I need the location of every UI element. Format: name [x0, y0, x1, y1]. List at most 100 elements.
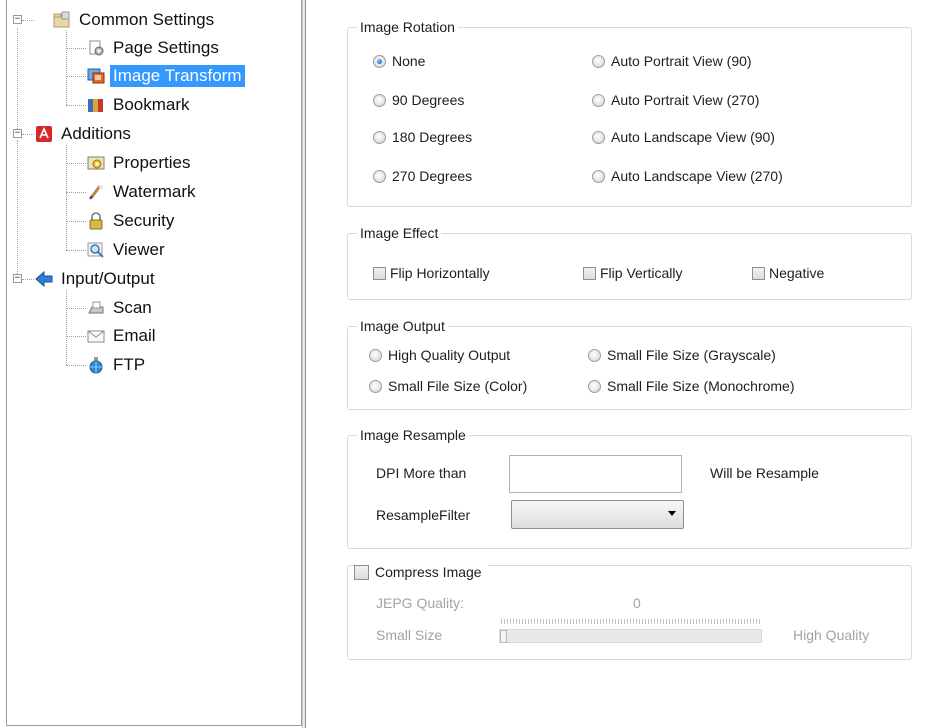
tree-item-label: Email [113, 326, 156, 345]
tree-connector [66, 308, 86, 309]
tree-item-bookmark[interactable]: Bookmark [87, 93, 193, 117]
tree-item-common-settings[interactable]: Common Settings [53, 8, 217, 32]
tree-item-image-transform[interactable]: Image Transform [87, 64, 245, 88]
group-title: Image Rotation [357, 18, 458, 36]
viewer-magnifier-icon [87, 241, 105, 259]
dpi-label: DPI More than [376, 465, 467, 481]
option-label: Small File Size (Color) [388, 378, 528, 394]
flip-horizontally-checkbox[interactable]: Flip Horizontally [373, 264, 490, 282]
tree-item-label: Scan [113, 298, 152, 317]
dpi-input[interactable] [509, 455, 682, 493]
rotation-auto-landscape-90-radio[interactable]: Auto Landscape View (90) [592, 128, 775, 146]
rotation-auto-portrait-90-radio[interactable]: Auto Portrait View (90) [592, 52, 752, 70]
image-transform-icon [87, 67, 105, 85]
rotation-auto-landscape-270-radio[interactable]: Auto Landscape View (270) [592, 167, 783, 185]
radio-indicator[interactable] [373, 169, 386, 183]
tree-item-email[interactable]: Email [87, 324, 159, 348]
tree-item-label: Input/Output [61, 269, 155, 288]
radio-indicator[interactable] [592, 54, 605, 68]
tree-item-viewer[interactable]: Viewer [87, 238, 168, 262]
dpi-resample-suffix: Will be Resample [710, 465, 819, 481]
tree-item-security[interactable]: Security [87, 209, 177, 233]
bookmark-icon [87, 96, 105, 114]
compress-image-checkbox[interactable]: Compress Image [354, 563, 488, 581]
radio-indicator[interactable] [373, 54, 386, 68]
settings-tree[interactable]: − − − Common Settings Page Settings Imag… [6, 0, 302, 726]
tree-item-label: FTP [113, 355, 146, 374]
radio-indicator[interactable] [592, 169, 605, 183]
expander-input-output[interactable]: − [13, 274, 22, 283]
resample-filter-dropdown[interactable] [511, 500, 684, 529]
settings-folder-icon [53, 11, 71, 29]
slider-thumb[interactable] [500, 630, 507, 643]
option-label: Negative [769, 265, 825, 281]
panel-splitter[interactable] [302, 0, 306, 728]
tree-item-label: Additions [61, 124, 131, 143]
output-small-color-radio[interactable]: Small File Size (Color) [369, 377, 527, 395]
expander-common-settings[interactable]: − [13, 15, 22, 24]
tree-connector [66, 250, 86, 251]
radio-indicator[interactable] [592, 93, 605, 107]
tree-item-label: Security [113, 211, 175, 230]
tree-item-label: Bookmark [113, 95, 190, 114]
jpeg-quality-value: 0 [633, 595, 641, 611]
option-label: 270 Degrees [392, 168, 473, 184]
page-settings-icon [87, 39, 105, 57]
checkbox-indicator[interactable] [583, 266, 596, 280]
scanner-icon [87, 299, 105, 317]
group-title: Image Output [357, 317, 448, 335]
tree-item-properties[interactable]: Properties [87, 151, 193, 175]
tree-connector [66, 290, 67, 365]
output-small-grayscale-radio[interactable]: Small File Size (Grayscale) [588, 346, 776, 364]
tree-item-scan[interactable]: Scan [87, 296, 155, 320]
jpeg-quality-slider[interactable] [499, 629, 762, 643]
tree-item-label: Page Settings [113, 38, 219, 57]
expander-additions[interactable]: − [13, 129, 22, 138]
tree-item-additions[interactable]: Additions [35, 122, 134, 146]
radio-indicator[interactable] [369, 379, 382, 393]
radio-indicator[interactable] [369, 348, 382, 362]
radio-indicator[interactable] [592, 130, 605, 144]
tree-connector [66, 163, 86, 164]
tree-item-page-settings[interactable]: Page Settings [87, 36, 222, 60]
rotation-auto-portrait-270-radio[interactable]: Auto Portrait View (270) [592, 91, 759, 109]
radio-indicator[interactable] [373, 93, 386, 107]
ftp-globe-icon [87, 356, 105, 374]
security-lock-icon [87, 212, 105, 230]
rotation-90-radio[interactable]: 90 Degrees [373, 91, 464, 109]
tree-connector [66, 30, 67, 105]
tree-connector [66, 145, 67, 250]
output-small-monochrome-radio[interactable]: Small File Size (Monochrome) [588, 377, 795, 395]
checkbox-indicator[interactable] [373, 266, 386, 280]
checkbox-indicator[interactable] [752, 266, 765, 280]
tree-connector [66, 365, 86, 366]
negative-checkbox[interactable]: Negative [752, 264, 824, 282]
tree-item-label: Common Settings [79, 10, 215, 29]
tree-connector [66, 221, 86, 222]
flip-vertically-checkbox[interactable]: Flip Vertically [583, 264, 682, 282]
option-label: 90 Degrees [392, 92, 465, 108]
tree-connector [22, 134, 34, 135]
small-size-label: Small Size [376, 627, 443, 643]
rotation-270-radio[interactable]: 270 Degrees [373, 167, 472, 185]
rotation-180-radio[interactable]: 180 Degrees [373, 128, 472, 146]
option-label: Auto Landscape View (90) [611, 129, 775, 145]
chevron-down-icon [668, 511, 676, 516]
radio-indicator[interactable] [588, 379, 601, 393]
group-title: Image Resample [357, 426, 469, 444]
output-high-quality-radio[interactable]: High Quality Output [369, 346, 510, 364]
tree-connector [66, 336, 86, 337]
checkbox-indicator[interactable] [354, 564, 369, 580]
option-label: Flip Horizontally [390, 265, 490, 281]
properties-icon [87, 154, 105, 172]
tree-item-label: Properties [113, 153, 191, 172]
tree-item-input-output[interactable]: Input/Output [35, 267, 158, 291]
rotation-none-radio[interactable]: None [373, 52, 425, 70]
tree-connector [22, 279, 34, 280]
tree-item-label: Watermark [113, 182, 196, 201]
radio-indicator[interactable] [588, 348, 601, 362]
radio-indicator[interactable] [373, 130, 386, 144]
input-output-arrow-icon [35, 270, 53, 288]
tree-item-watermark[interactable]: Watermark [87, 180, 199, 204]
tree-item-ftp[interactable]: FTP [87, 353, 148, 377]
